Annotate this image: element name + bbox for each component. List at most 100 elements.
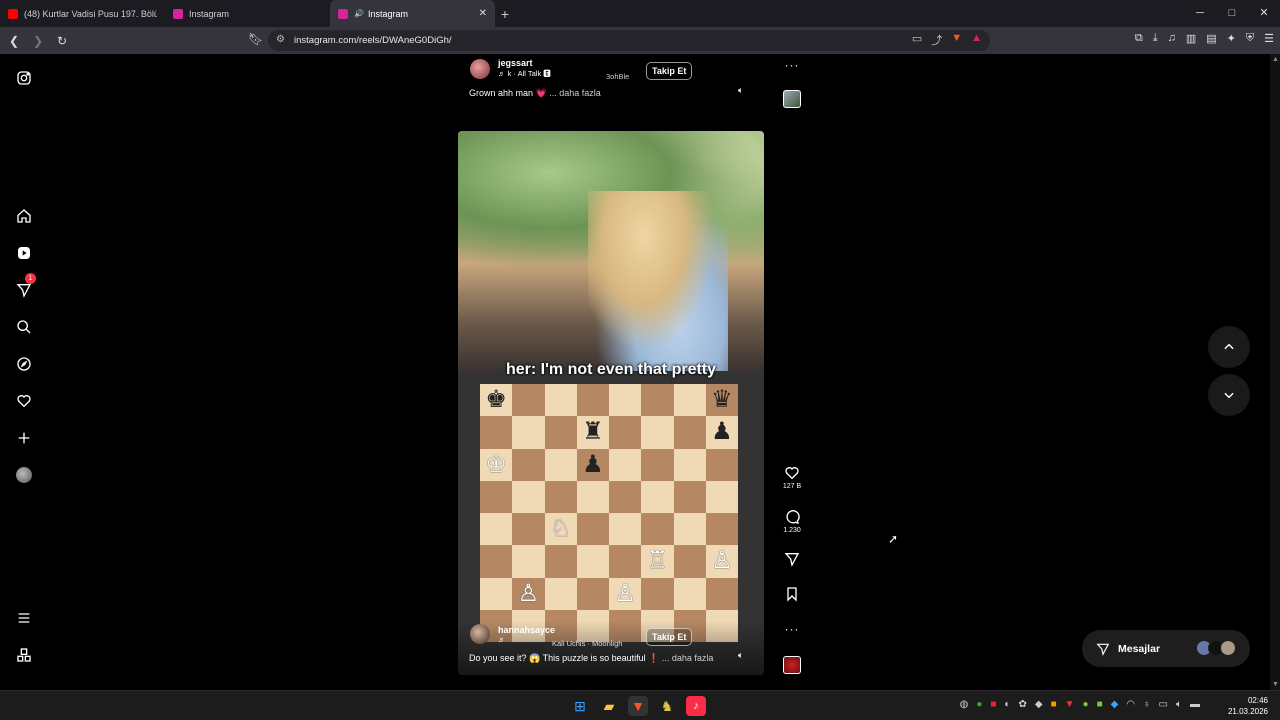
prev-more-options[interactable]: ···: [781, 56, 803, 74]
tab-youtube[interactable]: (48) Kurtlar Vadisi Pusu 197. Bölüm ·: [0, 0, 165, 27]
action-share[interactable]: [781, 551, 803, 572]
reel-author[interactable]: jegssart ♬ k · All Talk 🅴: [470, 58, 551, 79]
url-field[interactable]: ⚙ instagram.com/reels/DWAneG0DiGh/ ▭ ⤴ ▼…: [268, 30, 990, 51]
wifi-icon[interactable]: ◠: [1126, 699, 1135, 710]
username[interactable]: jegssart: [498, 58, 551, 68]
more-menu-icon[interactable]: [14, 608, 34, 628]
battery-icon[interactable]: ▬: [1190, 699, 1200, 710]
wallet-icon[interactable]: ▤: [1206, 32, 1216, 45]
prev-audio-thumbnail[interactable]: [783, 90, 801, 108]
more-link[interactable]: ... daha fazla: [549, 88, 601, 98]
app-icon[interactable]: ♞: [657, 696, 677, 716]
tray-icon[interactable]: ■: [1051, 699, 1057, 710]
media-icon[interactable]: ♫: [1168, 32, 1176, 45]
maximize-button[interactable]: □: [1216, 0, 1248, 27]
windows-start-icon[interactable]: ⊞: [570, 696, 590, 716]
audio-icon[interactable]: 🔊: [354, 9, 364, 18]
bookmark-icon[interactable]: [784, 586, 800, 602]
vpn-icon[interactable]: ⛨: [1246, 32, 1254, 45]
action-comment[interactable]: 1.230: [781, 509, 803, 534]
sidebar-icon[interactable]: ▥: [1186, 32, 1196, 45]
follow-button[interactable]: Takip Et: [646, 628, 693, 646]
more-link[interactable]: ... daha fazla: [662, 653, 714, 663]
scroll-down-icon[interactable]: ▼: [1272, 681, 1279, 688]
music-info[interactable]: ♬ k · All Talk 🅴: [498, 68, 551, 79]
heart-icon[interactable]: [14, 391, 34, 411]
messages-widget[interactable]: Mesajlar: [1082, 630, 1250, 667]
username[interactable]: hannahsayce: [498, 625, 555, 635]
page-scrollbar[interactable]: ▲ ▼: [1270, 54, 1280, 690]
audio-thumbnail[interactable]: [783, 656, 801, 674]
tray-icon[interactable]: ◍: [960, 699, 969, 710]
reload-button[interactable]: ↻: [52, 34, 72, 48]
volume-icon[interactable]: 🔈︎: [738, 85, 743, 96]
previous-reel[interactable]: jegssart ♬ k · All Talk 🅴 3ohBle Takip E…: [458, 54, 764, 108]
close-window-button[interactable]: ✕: [1248, 0, 1280, 27]
brave-browser-icon[interactable]: ▼: [628, 696, 648, 716]
message-avatars: [1196, 640, 1236, 656]
tray-icon[interactable]: ■: [990, 699, 996, 710]
cast-icon[interactable]: ▭: [912, 32, 922, 48]
menu-icon[interactable]: ☰: [1264, 32, 1274, 45]
comment-icon[interactable]: [784, 509, 800, 525]
action-save[interactable]: [781, 586, 803, 607]
volume-icon[interactable]: 🔈︎: [738, 650, 743, 661]
music-track[interactable]: Kali Uchis · Moonligh: [552, 639, 622, 648]
new-tab-button[interactable]: +: [495, 6, 515, 22]
next-reel-button[interactable]: [1208, 374, 1250, 416]
download-icon[interactable]: ⤓: [1153, 32, 1158, 45]
scroll-up-icon[interactable]: ▲: [1272, 56, 1279, 63]
create-icon[interactable]: [14, 428, 34, 448]
profile-avatar[interactable]: [14, 465, 34, 485]
tray-icon[interactable]: ◐: [1004, 699, 1010, 710]
tray-icon[interactable]: ■: [1097, 699, 1103, 710]
share-icon[interactable]: [784, 551, 800, 567]
tray-icon[interactable]: ◆: [1035, 699, 1043, 710]
home-icon[interactable]: [14, 206, 34, 226]
search-icon[interactable]: [14, 317, 34, 337]
reel-author[interactable]: hannahsayce ♬: [470, 624, 555, 644]
site-info-icon[interactable]: ⚙: [276, 34, 285, 45]
action-more[interactable]: ···: [781, 620, 803, 638]
reels-icon[interactable]: [14, 243, 34, 263]
bookmark-icon[interactable]: 🔖︎: [248, 32, 263, 46]
reel-caption[interactable]: Grown ahh man 💗 ... daha fazla: [469, 88, 601, 99]
avatar[interactable]: [470, 58, 490, 79]
action-like[interactable]: 127 B: [781, 465, 803, 490]
messages-icon[interactable]: 1: [14, 273, 36, 300]
close-tab-icon[interactable]: ✕: [479, 8, 487, 19]
brave-rewards-icon[interactable]: ▲: [971, 32, 982, 48]
tab-instagram-1[interactable]: Instagram: [165, 0, 330, 27]
tab-search-icon[interactable]: ⧉: [1135, 32, 1143, 45]
system-clock[interactable]: 02:46 21.03.2026: [1228, 695, 1268, 717]
tab-instagram-active[interactable]: 🔊 Instagram ✕: [330, 0, 495, 27]
tray-icon[interactable]: ●: [1083, 699, 1089, 710]
like-icon[interactable]: [784, 465, 800, 481]
share-icon[interactable]: ⤴: [931, 32, 942, 48]
more-options-icon[interactable]: ···: [785, 622, 800, 636]
tray-icon[interactable]: ◆: [1111, 699, 1119, 710]
reel-caption[interactable]: Do you see it? 😱 This puzzle is so beaut…: [469, 653, 713, 664]
meta-apps-icon[interactable]: [14, 645, 34, 665]
forward-button[interactable]: ❯: [28, 34, 48, 48]
tray-icon[interactable]: ✿: [1018, 699, 1026, 710]
explore-icon[interactable]: [14, 354, 34, 374]
tray-icon[interactable]: ●: [976, 699, 982, 710]
volume-icon[interactable]: 🔈︎: [1176, 699, 1182, 710]
instagram-logo-icon[interactable]: [14, 68, 34, 88]
music-app-icon[interactable]: ♪: [686, 696, 706, 716]
display-icon[interactable]: ▭: [1159, 699, 1168, 710]
file-explorer-icon[interactable]: ▰: [599, 696, 619, 716]
brave-shields-icon[interactable]: ▼: [951, 32, 962, 48]
chess-square: [673, 416, 706, 449]
follow-button[interactable]: Takip Et: [646, 62, 693, 80]
previous-reel-button[interactable]: [1208, 326, 1250, 368]
tray-icon[interactable]: ▼: [1065, 699, 1075, 710]
microphone-icon[interactable]: ♁: [1143, 699, 1151, 710]
back-button[interactable]: ❮: [4, 34, 24, 48]
more-options-icon[interactable]: ···: [785, 58, 800, 72]
minimize-button[interactable]: ─: [1184, 0, 1216, 27]
leo-icon[interactable]: ✦: [1227, 32, 1236, 45]
avatar[interactable]: [470, 624, 490, 644]
current-reel[interactable]: her: I'm not even that pretty ♚ ♛ ♜ ♟ ♔ ♟ ♘ ♖ ♙ ♙…: [458, 131, 764, 675]
